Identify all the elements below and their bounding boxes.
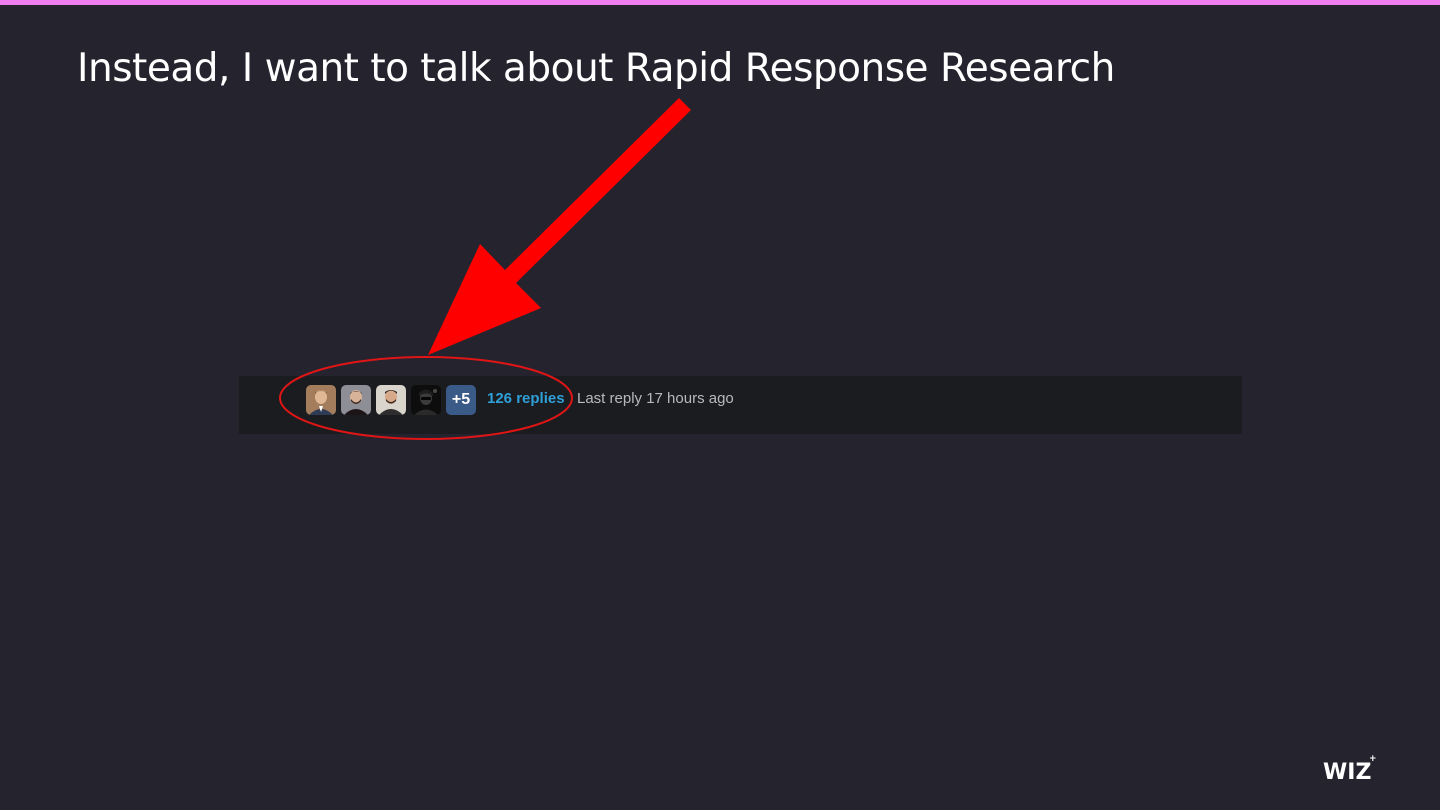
- last-reply-timestamp: Last reply 17 hours ago: [577, 390, 734, 407]
- avatar[interactable]: [306, 385, 336, 415]
- logo-spark-icon: +: [1369, 754, 1377, 764]
- slide-title: Instead, I want to talk about Rapid Resp…: [77, 46, 1115, 91]
- avatar[interactable]: [376, 385, 406, 415]
- participant-avatars: +5: [306, 385, 476, 415]
- top-accent-bar: [0, 0, 1440, 5]
- annotation-arrow: [428, 98, 691, 355]
- more-participants-badge[interactable]: +5: [446, 385, 476, 415]
- wiz-logo: WIZ +: [1323, 754, 1377, 785]
- replies-count-link[interactable]: 126 replies: [487, 390, 565, 407]
- thread-summary-bar: +5 126 replies Last reply 17 hours ago: [239, 376, 1242, 434]
- avatar[interactable]: [341, 385, 371, 415]
- avatar[interactable]: [411, 385, 441, 415]
